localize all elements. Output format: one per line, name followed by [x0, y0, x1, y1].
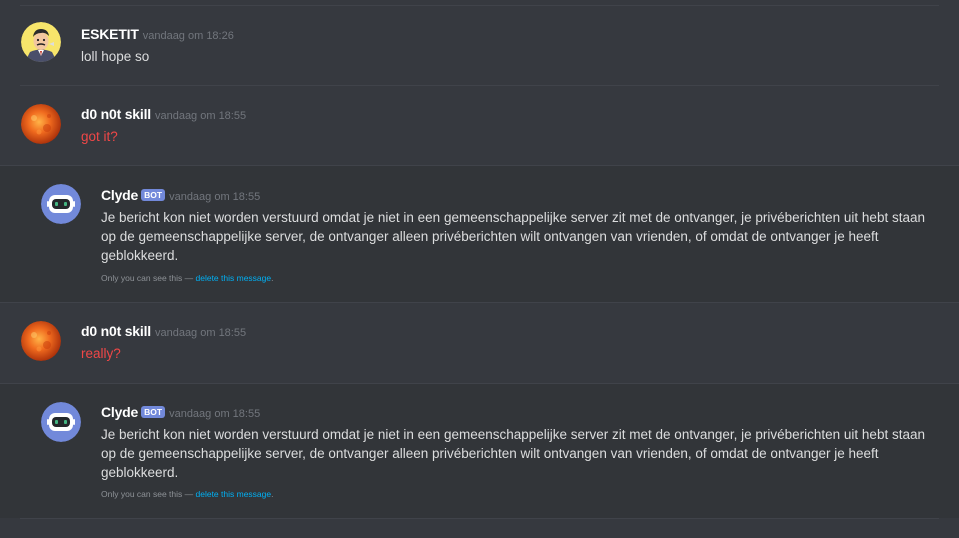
message-divider	[20, 518, 939, 519]
message-header: Clyde BOT vandaag om 18:55	[101, 403, 260, 423]
timestamp: vandaag om 18:26	[142, 30, 234, 42]
delete-message-link[interactable]: delete this message	[196, 273, 272, 283]
user-avatar[interactable]	[21, 104, 61, 144]
bot-avatar[interactable]	[41, 402, 81, 442]
cartoon-man-avatar-icon	[21, 22, 61, 62]
message-text: Je bericht kon niet worden verstuurd omd…	[101, 427, 925, 480]
message-group: d0 n0t skill vandaag om 18:55 really?	[0, 303, 959, 383]
message-text: got it?	[81, 129, 118, 144]
ephemeral-message: Clyde BOT vandaag om 18:55 Je bericht kon …	[0, 166, 959, 302]
timestamp: vandaag om 18:55	[154, 327, 247, 339]
username[interactable]: d0 n0t skill	[81, 323, 151, 339]
ephemeral-note-text: Only you can see this —	[101, 489, 196, 499]
user-avatar[interactable]	[21, 321, 61, 361]
sun-avatar-icon	[21, 321, 61, 361]
message-header: d0 n0t skill vandaag om 18:55	[81, 322, 246, 342]
sun-avatar-icon	[21, 104, 61, 144]
message-text: really?	[81, 346, 121, 361]
message-group: d0 n0t skill vandaag om 18:55 got it?	[0, 86, 959, 165]
username[interactable]: ESKETIT	[81, 26, 139, 42]
bot-tag: BOT	[141, 189, 166, 201]
clyde-robot-avatar-icon	[41, 402, 81, 442]
message-group: ESKETIT vandaag om 18:26 loll hope so	[0, 6, 959, 85]
chat-messages: ESKETIT vandaag om 18:26 loll hope so d0…	[0, 0, 959, 538]
username[interactable]: Clyde	[101, 187, 138, 203]
timestamp: vandaag om 18:55	[169, 191, 261, 203]
ephemeral-note: Only you can see this — delete this mess…	[101, 273, 273, 283]
message-header: ESKETIT vandaag om 18:26	[81, 25, 234, 45]
ephemeral-message: Clyde BOT vandaag om 18:55 Je bericht kon …	[0, 384, 959, 518]
timestamp: vandaag om 18:55	[169, 408, 261, 420]
user-avatar[interactable]	[21, 22, 61, 62]
bot-tag: BOT	[141, 406, 166, 418]
username[interactable]: d0 n0t skill	[81, 106, 151, 122]
message-header: d0 n0t skill vandaag om 18:55	[81, 105, 246, 125]
ephemeral-note: Only you can see this — delete this mess…	[101, 489, 273, 499]
bot-avatar[interactable]	[41, 184, 81, 224]
ephemeral-note-suffix: .	[271, 489, 274, 499]
message-text: loll hope so	[81, 49, 150, 64]
message-text: Je bericht kon niet worden verstuurd omd…	[101, 210, 925, 263]
timestamp: vandaag om 18:55	[154, 110, 247, 122]
message-header: Clyde BOT vandaag om 18:55	[101, 186, 260, 206]
delete-message-link[interactable]: delete this message	[196, 489, 272, 499]
ephemeral-note-suffix: .	[271, 273, 274, 283]
clyde-robot-avatar-icon	[41, 184, 81, 224]
ephemeral-note-text: Only you can see this —	[101, 273, 196, 283]
username[interactable]: Clyde	[101, 404, 138, 420]
